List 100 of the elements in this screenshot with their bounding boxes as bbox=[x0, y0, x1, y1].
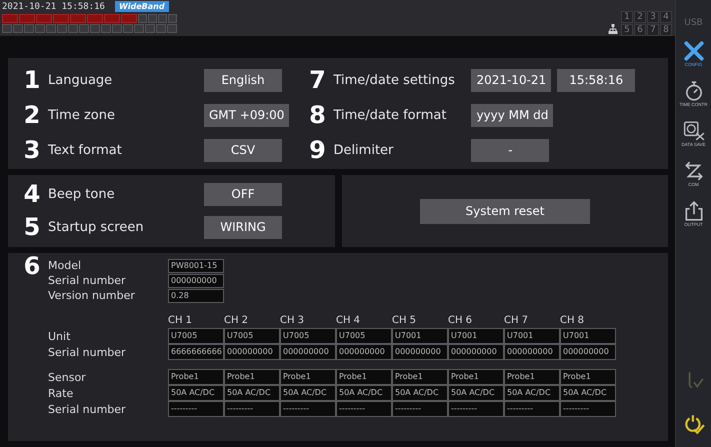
table-cell: Probe1 bbox=[336, 369, 392, 385]
table-cell: Probe1 bbox=[280, 369, 336, 385]
table-cell: U7001 bbox=[448, 328, 504, 344]
setting-label: Time zone bbox=[48, 108, 116, 122]
setting-button[interactable]: 15:58:16 bbox=[557, 68, 636, 92]
step-number: 7 bbox=[308, 67, 327, 93]
info-label: Model bbox=[48, 259, 82, 272]
step-number: 3 bbox=[22, 137, 42, 163]
channel-header: CH 6 bbox=[448, 315, 474, 326]
table-cell: 50A AC/DC bbox=[560, 385, 616, 401]
table-cell: 0.28 bbox=[168, 288, 224, 302]
table-cell: 000000000 bbox=[224, 344, 280, 360]
setting-label: Time/date format bbox=[333, 108, 448, 122]
setting-label: Delimiter bbox=[333, 142, 394, 158]
table-cell: U7001 bbox=[392, 328, 448, 344]
setting-button[interactable]: English bbox=[204, 68, 282, 92]
table-cell: --------- bbox=[504, 401, 560, 417]
table-cell: --------- bbox=[280, 401, 336, 417]
mode-badge: WideBand bbox=[114, 1, 169, 12]
table-cell: 50A AC/DC bbox=[224, 385, 280, 401]
table-cell: 50A AC/DC bbox=[168, 385, 224, 401]
table-cell: --------- bbox=[560, 401, 616, 417]
setting-label: Language bbox=[48, 72, 114, 88]
step-number: 5 bbox=[22, 214, 42, 240]
info-label: Serial number bbox=[48, 402, 127, 416]
power-check-icon bbox=[682, 413, 704, 435]
table-cell: U7001 bbox=[504, 328, 560, 344]
info-label: Sensor bbox=[48, 370, 87, 384]
setting-button[interactable]: OFF bbox=[204, 182, 282, 206]
table-cell: U7005 bbox=[168, 328, 224, 344]
channel-header: CH 3 bbox=[280, 315, 306, 326]
table-cell: U7001 bbox=[560, 328, 616, 344]
step-number: 2 bbox=[22, 102, 42, 128]
info-label: Rate bbox=[48, 386, 74, 400]
setting-button[interactable]: 2021-10-21 bbox=[471, 68, 552, 92]
setting-button[interactable]: yyyy MM dd bbox=[471, 104, 554, 126]
table-cell: Probe1 bbox=[560, 369, 616, 385]
setting-label: Beep tone bbox=[48, 186, 116, 202]
channel-number: 7 bbox=[647, 24, 659, 36]
table-cell: 000000000 bbox=[392, 344, 448, 360]
setting-button[interactable]: - bbox=[471, 138, 550, 162]
step-number: 1 bbox=[22, 67, 42, 93]
channel-header: CH 8 bbox=[560, 315, 586, 326]
export-icon bbox=[682, 200, 704, 222]
channel-number: 1 bbox=[621, 11, 633, 23]
setting-label: Startup screen bbox=[48, 220, 145, 234]
table-cell: --------- bbox=[392, 401, 448, 417]
table-cell: Probe1 bbox=[224, 369, 280, 385]
step-number: 8 bbox=[308, 102, 327, 128]
table-cell: U7005 bbox=[280, 328, 336, 344]
date-time: 2021-10-21 15:58:16 bbox=[2, 2, 105, 12]
table-cell: 50A AC/DC bbox=[336, 385, 392, 401]
table-cell: 50A AC/DC bbox=[392, 385, 448, 401]
channel-header: CH 5 bbox=[392, 315, 418, 326]
table-cell: 6666666666 bbox=[168, 344, 224, 360]
info-label: Serial number bbox=[48, 346, 127, 358]
table-cell: Probe1 bbox=[392, 369, 448, 385]
table-cell: 000000000 bbox=[280, 344, 336, 360]
table-cell: 000000000 bbox=[168, 274, 224, 288]
system-reset-button[interactable]: System reset bbox=[420, 198, 590, 224]
table-cell: 50A AC/DC bbox=[448, 385, 504, 401]
table-cell: 50A AC/DC bbox=[280, 385, 336, 401]
setting-label: Text format bbox=[48, 142, 123, 158]
table-cell: --------- bbox=[168, 401, 224, 417]
setting-button[interactable]: GMT +09:00 bbox=[204, 104, 290, 126]
table-cell: --------- bbox=[336, 401, 392, 417]
channel-number: 2 bbox=[634, 11, 646, 23]
info-label: Serial number bbox=[48, 274, 127, 287]
network-icon bbox=[608, 24, 618, 34]
table-cell: 000000000 bbox=[448, 344, 504, 360]
channel-header: CH 1 bbox=[168, 315, 194, 326]
table-cell: Probe1 bbox=[448, 369, 504, 385]
com-icon bbox=[682, 160, 704, 182]
table-cell: U7005 bbox=[336, 328, 392, 344]
table-cell: --------- bbox=[448, 401, 504, 417]
channel-header: CH 7 bbox=[504, 315, 530, 326]
step-number: 6 bbox=[22, 253, 42, 279]
setting-button[interactable]: WIRING bbox=[204, 216, 282, 238]
table-cell: Probe1 bbox=[168, 369, 224, 385]
table-cell: 000000000 bbox=[336, 344, 392, 360]
save-icon bbox=[682, 120, 704, 142]
channel-number: 4 bbox=[660, 11, 672, 23]
info-label: Version number bbox=[48, 289, 136, 302]
step-number: 9 bbox=[308, 137, 327, 163]
table-cell: 000000000 bbox=[504, 344, 560, 360]
usb-label: USB bbox=[684, 18, 703, 28]
setting-button[interactable]: CSV bbox=[204, 138, 282, 162]
table-cell: 000000000 bbox=[560, 344, 616, 360]
table-cell: Probe1 bbox=[504, 369, 560, 385]
channel-number: 6 bbox=[634, 24, 646, 36]
channel-number: 3 bbox=[647, 11, 659, 23]
channel-number: 5 bbox=[621, 24, 633, 36]
channel-number: 8 bbox=[660, 24, 672, 36]
channel-header: CH 2 bbox=[224, 315, 250, 326]
table-cell: PW8001-15 bbox=[168, 258, 224, 272]
info-label: Unit bbox=[48, 330, 72, 342]
table-cell: U7005 bbox=[224, 328, 280, 344]
step-number: 4 bbox=[22, 181, 42, 207]
setting-label: Time/date settings bbox=[333, 72, 456, 88]
table-cell: 50A AC/DC bbox=[504, 385, 560, 401]
